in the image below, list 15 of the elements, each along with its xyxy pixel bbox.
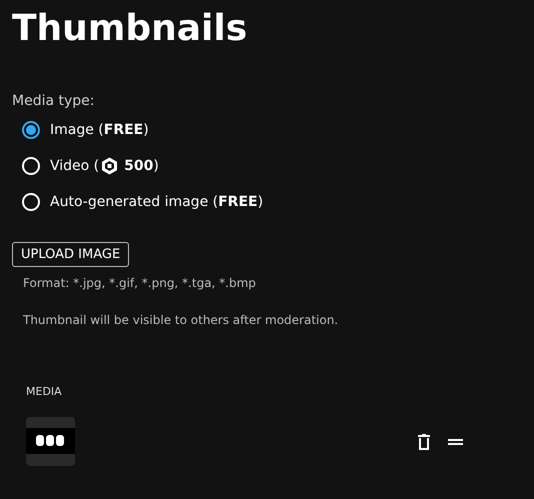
media-type-label: Media type: — [12, 92, 96, 110]
format-note: Format: *.jpg, *.gif, *.png, *.tga, *.bmp — [23, 275, 257, 291]
page-title: Thumbnails — [12, 7, 248, 51]
moderation-note: Thumbnail will be visible to others after moderation. — [23, 312, 340, 328]
media-heading: MEDIA — [26, 385, 63, 399]
price-text: 500 — [124, 156, 154, 176]
option-label: Auto-generated image (FREE) — [50, 192, 264, 212]
drag-handle-icon[interactable] — [448, 438, 463, 444]
radio-button[interactable] — [22, 121, 40, 139]
hexagon-coin-icon — [101, 157, 118, 175]
option-label: Image (FREE) — [50, 120, 149, 140]
delete-icon[interactable] — [418, 434, 430, 450]
upload-button[interactable]: UPLOAD IMAGE — [12, 242, 130, 267]
option-label: Video ( — [50, 156, 100, 176]
option-label: ) — [153, 156, 159, 176]
